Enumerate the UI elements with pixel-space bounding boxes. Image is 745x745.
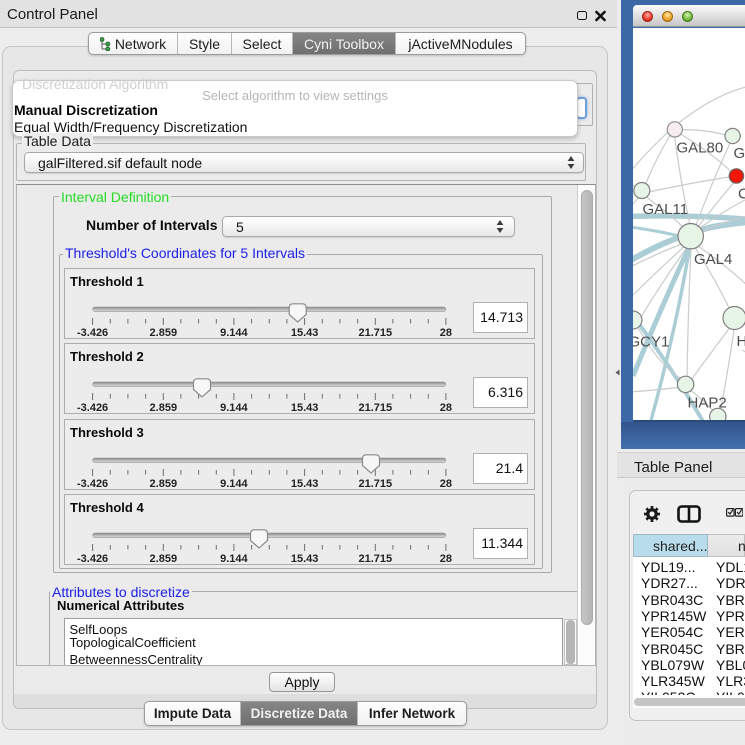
svg-text:HAP2: HAP2	[688, 395, 727, 412]
svg-text:GA: GA	[734, 145, 745, 162]
svg-text:H: H	[737, 333, 745, 350]
svg-text:C: C	[738, 186, 745, 203]
svg-text:GAL11: GAL11	[643, 201, 689, 218]
svg-text:GAL80: GAL80	[677, 140, 724, 157]
svg-text:GAL4: GAL4	[694, 251, 732, 268]
svg-text:GCY1: GCY1	[633, 334, 669, 351]
